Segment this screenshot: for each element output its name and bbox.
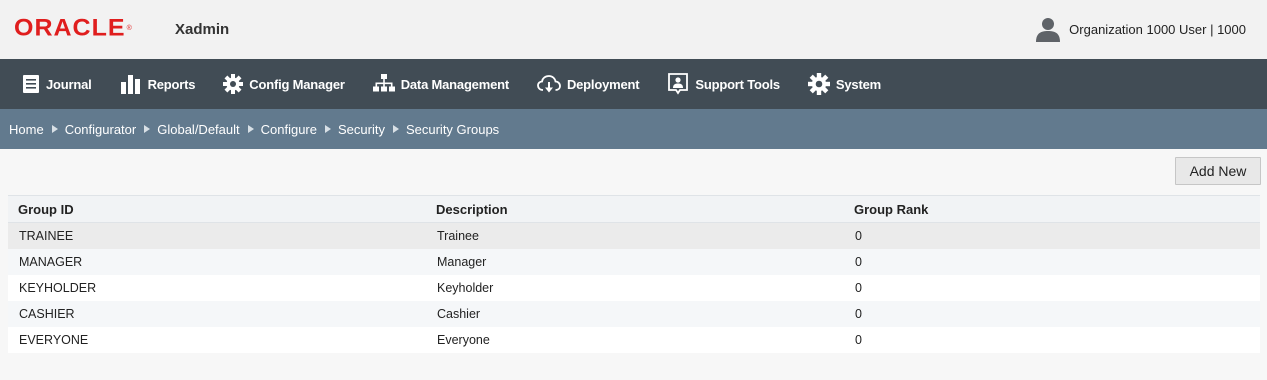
cell-group-id: EVERYONE <box>19 333 89 347</box>
cell-group-rank: 0 <box>855 229 862 243</box>
nav-label: System <box>835 76 881 92</box>
table-row[interactable]: TRAINEE Trainee 0 <box>8 222 1260 249</box>
cell-group-rank: 0 <box>855 307 862 321</box>
user-label: Organization 1000 User | 1000 <box>1069 21 1246 37</box>
app-name: Xadmin <box>175 21 230 38</box>
cell-group-id: KEYHOLDER <box>19 281 97 295</box>
nav-support-tools[interactable]: Support Tools <box>667 59 780 109</box>
app-header: ORACLE ® Xadmin Organization 1000 User | … <box>0 0 1267 59</box>
breadcrumb-security[interactable]: Security <box>338 122 385 137</box>
support-user-icon <box>668 73 689 95</box>
nav-label: Data Management <box>400 76 509 92</box>
oracle-logo[interactable]: ORACLE ® <box>14 16 132 41</box>
breadcrumb-configurator[interactable]: Configurator <box>65 122 137 137</box>
breadcrumb-security-groups: Security Groups <box>405 121 500 137</box>
cell-group-rank: 0 <box>855 255 862 269</box>
logo-text: ORACLE <box>14 14 126 42</box>
nav-data-management[interactable]: Data Management <box>372 59 509 109</box>
user-icon <box>1036 18 1061 42</box>
breadcrumb-global-default[interactable]: Global/Default <box>157 122 239 137</box>
nav-label: Config Manager <box>249 76 345 92</box>
breadcrumb: Home Configurator Global/Default Configu… <box>0 109 1267 149</box>
nav-label: Journal <box>46 76 92 92</box>
breadcrumb-separator-icon <box>392 125 399 133</box>
reports-icon <box>120 75 140 94</box>
column-header-group-rank[interactable]: Group Rank <box>844 195 1260 223</box>
table-row[interactable]: CASHIER Cashier 0 <box>8 301 1260 327</box>
breadcrumb-separator-icon <box>144 125 151 133</box>
cloud-download-icon <box>537 75 561 93</box>
journal-icon <box>23 75 39 93</box>
nav-system[interactable]: System <box>807 59 881 109</box>
cell-group-id: TRAINEE <box>19 229 74 243</box>
cell-group-id: CASHIER <box>19 307 75 321</box>
nav-config-manager[interactable]: Config Manager <box>223 59 345 109</box>
breadcrumb-separator-icon <box>247 125 254 133</box>
main-nav: Journal Reports Config Manager Data Mana… <box>0 59 1267 109</box>
toolbar: Add New <box>0 149 1267 195</box>
security-groups-table: Group ID Description Group Rank TRAINEE … <box>8 195 1260 353</box>
nav-label: Deployment <box>566 76 640 92</box>
gear-icon <box>223 74 244 94</box>
breadcrumb-home[interactable]: Home <box>9 122 44 137</box>
nav-label: Support Tools <box>695 76 780 92</box>
user-menu[interactable]: Organization 1000 User | 1000 <box>1035 16 1246 42</box>
add-new-button[interactable]: Add New <box>1175 157 1261 185</box>
nav-deployment[interactable]: Deployment <box>537 59 640 109</box>
table-header-row: Group ID Description Group Rank <box>8 195 1260 223</box>
nav-reports[interactable]: Reports <box>120 59 196 109</box>
breadcrumb-separator-icon <box>51 125 58 133</box>
cell-group-rank: 0 <box>855 333 862 347</box>
breadcrumb-configure[interactable]: Configure <box>261 122 317 137</box>
gear-icon <box>807 73 830 95</box>
cell-description: Everyone <box>437 333 490 347</box>
column-header-description[interactable]: Description <box>426 195 844 223</box>
nav-journal[interactable]: Journal <box>22 59 92 109</box>
table-row[interactable]: MANAGER Manager 0 <box>8 249 1260 275</box>
breadcrumb-separator-icon <box>325 125 331 133</box>
table-row[interactable]: EVERYONE Everyone 0 <box>8 327 1260 353</box>
cell-description: Cashier <box>437 307 481 321</box>
cell-description: Manager <box>437 255 487 269</box>
cell-group-rank: 0 <box>855 281 862 295</box>
cell-group-id: MANAGER <box>19 255 83 269</box>
cell-description: Trainee <box>437 229 479 243</box>
nav-label: Reports <box>147 76 196 92</box>
hierarchy-icon <box>372 74 395 92</box>
column-header-group-id[interactable]: Group ID <box>8 195 426 223</box>
table-row[interactable]: KEYHOLDER Keyholder 0 <box>8 275 1260 301</box>
cell-description: Keyholder <box>437 281 494 295</box>
